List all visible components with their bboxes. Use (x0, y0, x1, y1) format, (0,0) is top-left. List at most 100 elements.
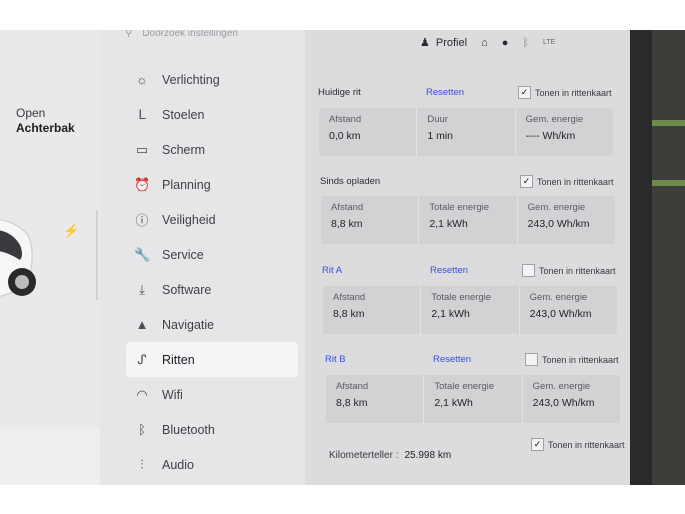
stat-label: Gem. energie (529, 292, 588, 303)
stat-cell: Afstand 8,8 km (326, 375, 425, 423)
background-outside (652, 30, 685, 485)
seat-icon: ᒪ (138, 106, 146, 122)
section-title: Rit B (325, 354, 346, 365)
section-header: Rit A Resetten Tonen in rittenkaart (322, 264, 616, 277)
reset-button[interactable]: Resetten (433, 354, 525, 365)
checkbox-label: Tonen in rittenkaart (542, 354, 619, 365)
open-trunk-button[interactable]: Open Achterbak (16, 106, 75, 136)
bluetooth-icon: ᛒ (138, 422, 146, 437)
profile-label: Profiel (435, 36, 468, 49)
search-icon: ⚲ (125, 30, 133, 39)
sidebar-item-label: Veiligheid (162, 212, 216, 227)
signal-icon: LTE (542, 39, 556, 46)
stat-value: 243,0 Wh/km (532, 397, 595, 409)
stat-value: 2,1 kWh (434, 397, 473, 409)
sidebar-item-label: Bluetooth (162, 422, 215, 437)
charging-bolt-icon: ⚡ (63, 223, 80, 238)
checkbox[interactable] (522, 264, 535, 277)
background-stripe (652, 120, 685, 126)
sidebar-item-verlichting[interactable]: ☼ Verlichting (126, 62, 298, 97)
trip-stats-card: Afstand 8,8 km Totale energie 2,1 kWh Gem. e… (323, 286, 617, 334)
section-title: Rit A (322, 265, 343, 276)
stat-label: Gem. energie (532, 381, 591, 392)
sidebar-item-label: Wifi (162, 387, 183, 402)
stat-label: Afstand (336, 381, 369, 392)
sidebar-item-bluetooth[interactable]: ᛒ Bluetooth (126, 412, 298, 447)
odometer: Kilometerteller : 25.998 km (329, 450, 451, 461)
stat-value: 8,8 km (331, 218, 363, 230)
show-in-tripmap-checkbox[interactable]: Tonen in rittenkaart (525, 353, 619, 366)
sidebar-item-planning[interactable]: ⏰ Planning (126, 167, 298, 202)
show-in-tripmap-checkbox[interactable]: ✓ Tonen in rittenkaart (520, 175, 614, 188)
stat-label: Duur (427, 114, 448, 125)
sidebar-item-navigatie[interactable]: ▲ Navigatie (126, 307, 298, 342)
audio-icon: ⫶ (140, 456, 144, 472)
stat-value: 0,0 km (329, 130, 361, 142)
odometer-show-checkbox[interactable]: ✓ Tonen in rittenkaart (531, 438, 625, 451)
checkbox[interactable] (525, 353, 538, 366)
checkbox[interactable]: ✓ (518, 86, 531, 99)
section-header: Sinds opladen ✓ Tonen in rittenkaart (320, 175, 614, 188)
sidebar-item-label: Scherm (162, 142, 206, 157)
section-header: Huidige rit Resetten ✓ Tonen in rittenkaart (318, 86, 612, 99)
profile-button[interactable]: ♟ Profiel (420, 36, 468, 50)
touchscreen: Open Achterbak ⚡ ⚲ Doorzoek instellingen… (0, 30, 685, 485)
trips-icon: ᔑ (137, 351, 147, 367)
stat-label: Gem. energie (527, 202, 586, 213)
stat-cell: Gem. energie 243,0 Wh/km (520, 286, 617, 334)
sidebar-item-service[interactable]: 🔧 Service (126, 237, 298, 272)
wrench-icon: 🔧 (134, 246, 151, 262)
reset-button[interactable]: Resetten (426, 87, 518, 98)
stat-label: Totale energie (429, 202, 490, 213)
sidebar-item-label: Service (162, 247, 204, 262)
sidebar-item-veiligheid[interactable]: ⓘ Veiligheid (126, 202, 298, 237)
bluetooth-status-icon: ᛒ (522, 36, 529, 49)
sidebar-item-ritten[interactable]: ᔑ Ritten (126, 342, 298, 377)
stat-value: 1 min (427, 130, 454, 142)
checkbox-label: Tonen in rittenkaart (537, 176, 614, 187)
open-trunk-line2: Achterbak (16, 121, 75, 135)
sidebar-item-label: Planning (162, 177, 211, 192)
sidebar-item-label: Navigatie (162, 317, 215, 332)
trip-stats-card: Afstand 8,8 km Totale energie 2,1 kWh Gem. e… (326, 375, 620, 423)
stat-cell: Gem. energie 243,0 Wh/km (518, 196, 615, 244)
stat-value: 2,1 kWh (431, 308, 470, 320)
stat-cell: Afstand 8,8 km (321, 196, 420, 244)
background-stripe (652, 180, 685, 186)
search-input[interactable]: Doorzoek instellingen (142, 30, 238, 39)
section-title: Huidige rit (318, 87, 361, 98)
reset-button[interactable]: Resetten (430, 265, 522, 276)
section-title: Sinds opladen (320, 176, 381, 187)
stat-cell: Gem. energie ---- Wh/km (516, 108, 613, 156)
checkbox[interactable]: ✓ (531, 438, 544, 451)
sidebar-item-scherm[interactable]: ▭ Scherm (126, 132, 298, 167)
settings-nav: ☼ Verlichting ᒪ Stoelen ▭ Scherm ⏰ Planning ⓘ Vei… (126, 62, 298, 482)
stat-value: 243,0 Wh/km (529, 308, 592, 320)
home-icon[interactable]: ⌂ (481, 37, 488, 49)
checkbox[interactable]: ✓ (520, 175, 533, 188)
sun-icon: ☼ (136, 72, 148, 87)
sidebar-item-label: Stoelen (162, 107, 205, 122)
sidebar-item-audio[interactable]: ⫶ Audio (126, 447, 298, 482)
stat-cell: Gem. energie 243,0 Wh/km (523, 375, 620, 423)
stat-label: Afstand (333, 292, 366, 303)
car-panel: Open Achterbak ⚡ (0, 30, 100, 485)
sidebar-item-wifi[interactable]: ◠ Wifi (126, 377, 298, 412)
sidebar-item-label: Software (162, 282, 212, 297)
sidebar-item-label: Verlichting (162, 72, 220, 87)
sidebar-item-stoelen[interactable]: ᒪ Stoelen (126, 97, 298, 132)
checkbox-label: Tonen in rittenkaart (548, 439, 625, 450)
bell-icon[interactable]: ● (502, 37, 509, 49)
trip-stats-card: Afstand 8,8 km Totale energie 2,1 kWh Gem. e… (321, 196, 615, 244)
stat-cell: Totale energie 2,1 kWh (421, 286, 520, 334)
trip-stats-card: Afstand 0,0 km Duur 1 min Gem. energie ---- W… (319, 108, 613, 156)
show-in-tripmap-checkbox[interactable]: Tonen in rittenkaart (522, 264, 616, 277)
panel-divider (96, 210, 98, 300)
stat-label: Gem. energie (525, 114, 584, 125)
odometer-value: 25.998 km (404, 450, 452, 461)
settings-search[interactable]: ⚲ Doorzoek instellingen (125, 30, 238, 39)
sidebar-item-software[interactable]: ⤓ Software (126, 272, 298, 307)
stat-cell: Duur 1 min (417, 108, 516, 156)
show-in-tripmap-checkbox[interactable]: ✓ Tonen in rittenkaart (518, 86, 612, 99)
odometer-label: Kilometerteller : (329, 450, 399, 461)
